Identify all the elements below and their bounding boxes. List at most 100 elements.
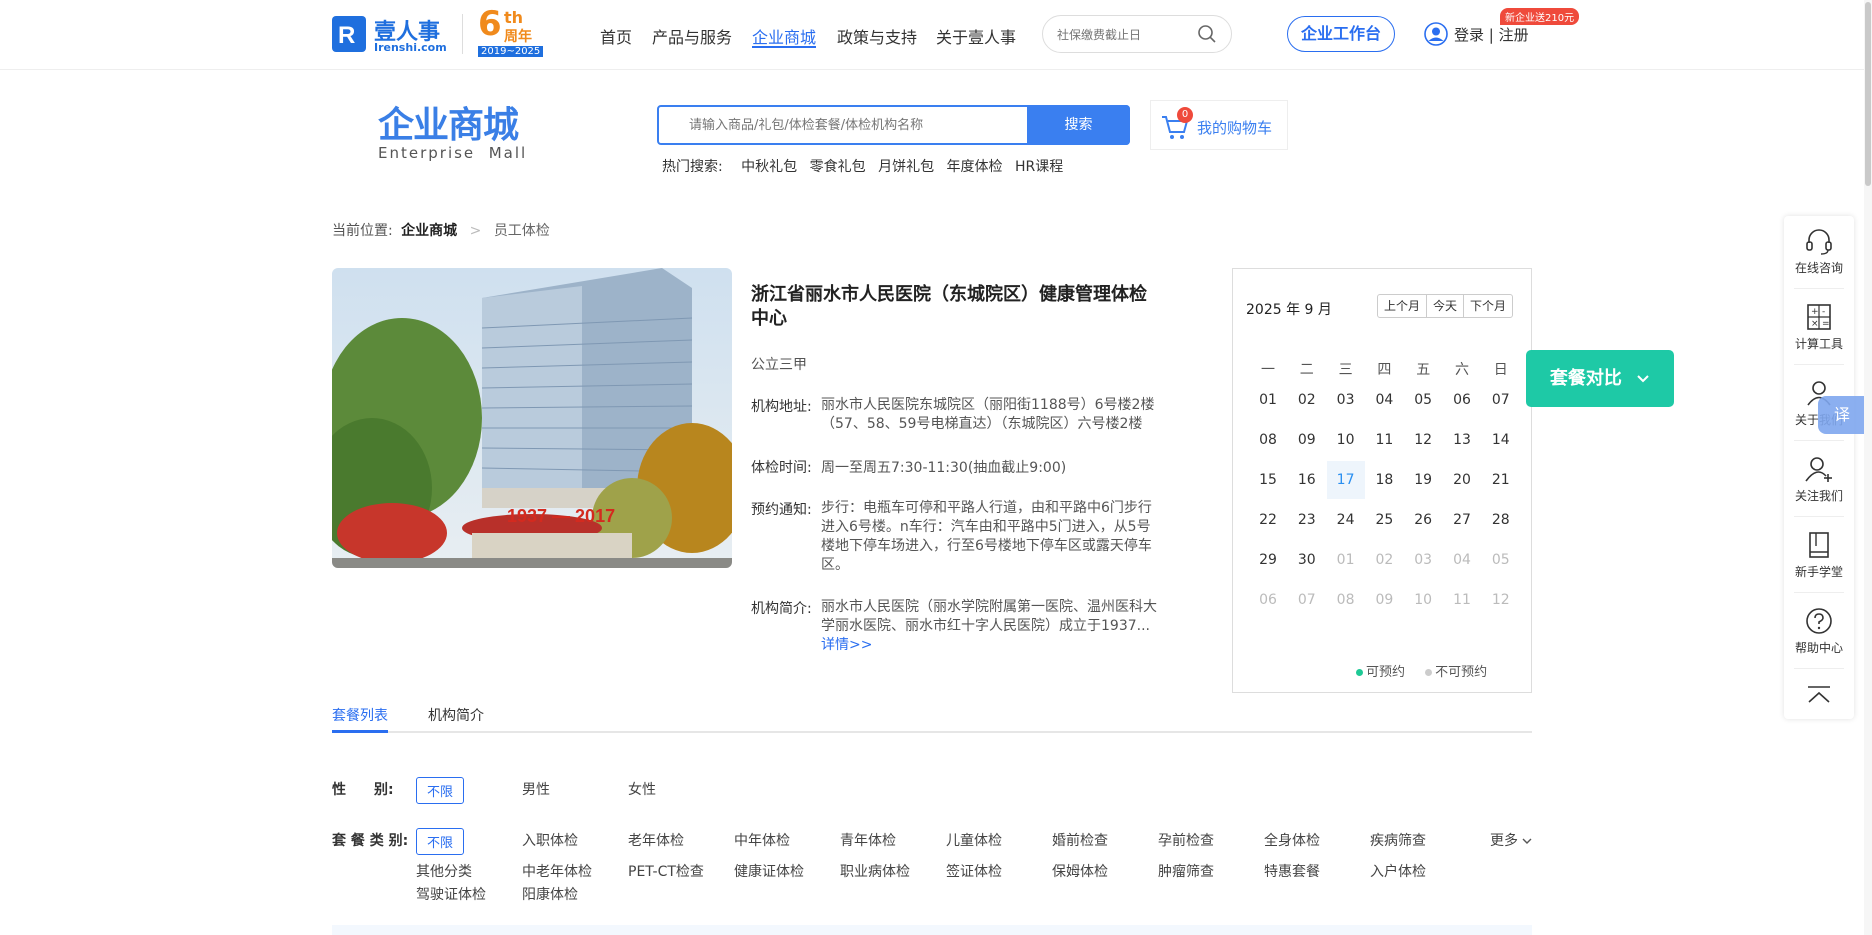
calendar-day[interactable]: 03 — [1327, 381, 1365, 419]
calendar-day[interactable]: 01 — [1249, 381, 1287, 419]
mall-search-button[interactable]: 搜索 — [1027, 105, 1130, 145]
sidebar-help-center[interactable]: 帮助中心 — [1784, 606, 1854, 656]
nav-products[interactable]: 产品与服务 — [652, 24, 732, 48]
nav-enterprise-mall[interactable]: 企业商城 — [752, 24, 816, 48]
calendar-day[interactable]: 14 — [1482, 421, 1520, 459]
intro-more-link[interactable]: 详情>> — [821, 636, 1157, 655]
calendar-day[interactable]: 06 — [1443, 381, 1481, 419]
calendar-day[interactable]: 22 — [1249, 501, 1287, 539]
sidebar-online-consult[interactable]: 在线咨询 — [1784, 226, 1854, 276]
calendar-day[interactable]: 04 — [1365, 381, 1403, 419]
next-month-button[interactable]: 下个月 — [1464, 295, 1512, 317]
calendar-day[interactable]: 11 — [1365, 421, 1403, 459]
cart-button[interactable]: 0 我的购物车 — [1150, 100, 1288, 150]
calendar-day[interactable]: 10 — [1327, 421, 1365, 459]
calendar-day[interactable]: 24 — [1327, 501, 1365, 539]
translate-button[interactable]: 译 — [1818, 396, 1866, 434]
notice-line1: 步行：电瓶车可停和平路人行道，由和平路中6门步行 — [821, 500, 1152, 516]
type-option[interactable]: 儿童体检 — [946, 830, 1002, 850]
type-option[interactable]: 保姆体检 — [1052, 861, 1108, 881]
calendar-day[interactable]: 15 — [1249, 461, 1287, 499]
hot-search-item[interactable]: 月饼礼包 — [878, 159, 934, 175]
prev-month-button[interactable]: 上个月 — [1378, 295, 1428, 317]
user-avatar-icon[interactable] — [1424, 22, 1448, 46]
sidebar-calc-tools[interactable]: + - × = 计算工具 — [1784, 302, 1854, 352]
page-scrollbar[interactable] — [1864, 0, 1872, 935]
mall-search-input[interactable] — [689, 115, 1029, 135]
calendar-month-label: 2025 年 9 月 — [1246, 302, 1332, 318]
type-option[interactable]: 入户体检 — [1370, 861, 1426, 881]
type-option[interactable]: 健康证体检 — [734, 861, 804, 881]
type-option[interactable]: 签证体检 — [946, 861, 1002, 881]
type-option-any[interactable]: 不限 — [416, 828, 465, 855]
sidebar-follow-us[interactable]: 关注我们 — [1784, 454, 1854, 504]
calendar-day[interactable]: 13 — [1443, 421, 1481, 459]
type-option[interactable]: 阳康体检 — [522, 884, 578, 904]
calendar-day[interactable]: 02 — [1288, 381, 1326, 419]
hours-label: 体检时间: — [751, 460, 812, 476]
type-option[interactable]: 肿瘤筛查 — [1158, 861, 1214, 881]
tab-package-list[interactable]: 套餐列表 — [332, 705, 388, 725]
calendar-day[interactable]: 20 — [1443, 461, 1481, 499]
nav-about[interactable]: 关于壹人事 — [936, 24, 1016, 48]
gender-option-any[interactable]: 不限 — [416, 777, 465, 804]
type-option[interactable]: 青年体检 — [840, 830, 896, 850]
type-option[interactable]: 老年体检 — [628, 830, 684, 850]
today-button[interactable]: 今天 — [1427, 295, 1465, 317]
calendar-day: 04 — [1453, 552, 1471, 568]
nav-policy[interactable]: 政策与支持 — [837, 24, 917, 48]
type-option[interactable]: 全身体检 — [1264, 830, 1320, 850]
calendar-day[interactable]: 21 — [1482, 461, 1520, 499]
calendar-day[interactable]: 09 — [1288, 421, 1326, 459]
calendar-day[interactable]: 27 — [1443, 501, 1481, 539]
type-option[interactable]: 疾病筛查 — [1370, 830, 1426, 850]
header-search-input[interactable] — [1057, 25, 1197, 45]
calendar-day[interactable]: 07 — [1482, 381, 1520, 419]
calendar-day[interactable]: 12 — [1404, 421, 1442, 459]
hot-search-item[interactable]: 中秋礼包 — [741, 159, 797, 175]
weekday-header: 日 — [1493, 362, 1508, 378]
gender-option-male[interactable]: 男性 — [522, 779, 550, 799]
brand-logo[interactable]: R 壹人事 Irenshi.com — [332, 14, 452, 54]
type-option[interactable]: 孕前检查 — [1158, 830, 1214, 850]
type-option[interactable]: 特惠套餐 — [1264, 861, 1320, 881]
gender-option-female[interactable]: 女性 — [628, 779, 656, 799]
type-option[interactable]: 入职体检 — [522, 830, 578, 850]
notice-value: 步行：电瓶车可停和平路人行道，由和平路中6门步行 进入6号楼。n车行：汽车由和平… — [821, 499, 1152, 575]
login-register-link[interactable]: 登录 | 注册 — [1454, 24, 1529, 45]
type-option[interactable]: 职业病体检 — [840, 861, 910, 881]
tab-institution-intro[interactable]: 机构简介 — [428, 705, 484, 725]
hot-search-item[interactable]: HR课程 — [1015, 159, 1063, 175]
type-option[interactable]: 驾驶证体检 — [416, 884, 486, 904]
calendar-day[interactable]: 30 — [1288, 541, 1326, 579]
mall-title-cn: 企业商城 — [378, 105, 519, 146]
search-icon[interactable] — [1197, 24, 1217, 44]
type-option[interactable]: PET-CT检查 — [628, 861, 704, 881]
calendar-day[interactable]: 19 — [1404, 461, 1442, 499]
type-option[interactable]: 中老年体检 — [522, 861, 592, 881]
scrollbar-thumb[interactable] — [1865, 2, 1871, 186]
filter-more-button[interactable]: 更多 — [1490, 830, 1532, 850]
calendar-day[interactable]: 23 — [1288, 501, 1326, 539]
calendar-day[interactable]: 08 — [1249, 421, 1287, 459]
breadcrumb-mall[interactable]: 企业商城 — [401, 223, 457, 239]
header-search-box[interactable] — [1042, 15, 1232, 53]
nav-home[interactable]: 首页 — [600, 24, 632, 48]
hot-search-item[interactable]: 年度体检 — [947, 159, 1003, 175]
calendar-day[interactable]: 28 — [1482, 501, 1520, 539]
back-to-top-icon[interactable] — [1806, 684, 1832, 706]
sidebar-beginner-school[interactable]: 新手学堂 — [1784, 530, 1854, 580]
package-compare-button[interactable]: 套餐对比 — [1526, 350, 1674, 407]
calendar-day[interactable]: 17 — [1326, 461, 1365, 499]
calendar-day[interactable]: 25 — [1365, 501, 1403, 539]
calendar-day[interactable]: 05 — [1404, 381, 1442, 419]
type-option[interactable]: 中年体检 — [734, 830, 790, 850]
calendar-day[interactable]: 29 — [1249, 541, 1287, 579]
workbench-button[interactable]: 企业工作台 — [1287, 16, 1395, 52]
type-option[interactable]: 婚前检查 — [1052, 830, 1108, 850]
calendar-day[interactable]: 26 — [1404, 501, 1442, 539]
calendar-day[interactable]: 16 — [1288, 461, 1326, 499]
calendar-day[interactable]: 18 — [1365, 461, 1403, 499]
hot-search-item[interactable]: 零食礼包 — [810, 159, 866, 175]
type-option[interactable]: 其他分类 — [416, 861, 472, 881]
